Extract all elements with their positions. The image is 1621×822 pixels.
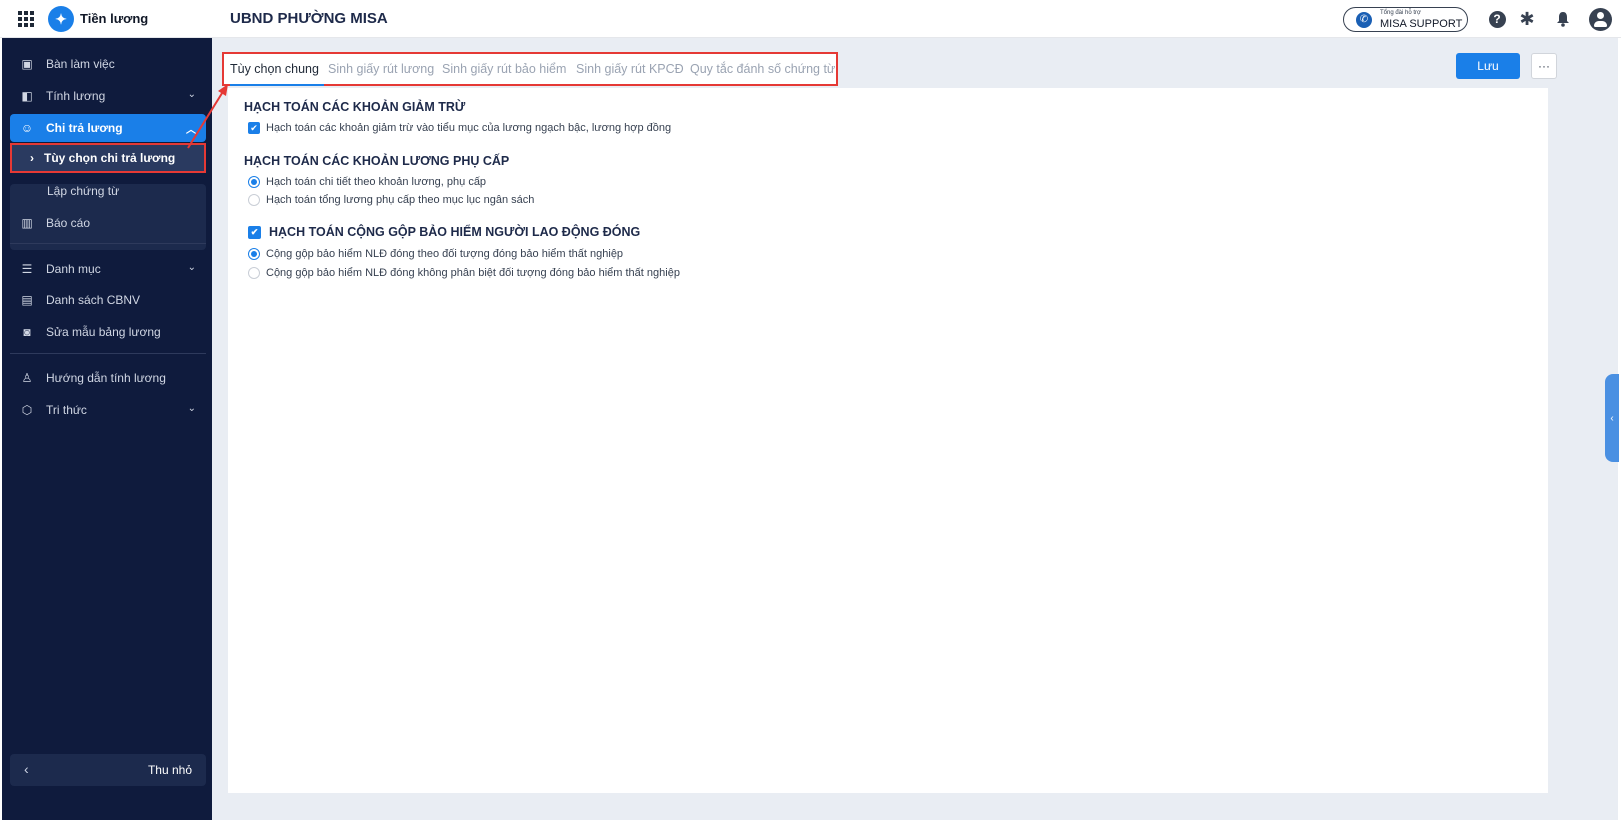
settings-panel: HẠCH TOÁN CÁC KHOẢN GIẢM TRỪ ✔ Hạch toán… bbox=[228, 88, 1548, 793]
sidebar-item-report[interactable]: ▥ Báo cáo bbox=[10, 209, 206, 237]
sidebar-item-staff[interactable]: ▤ Danh sách CBNV bbox=[10, 286, 206, 314]
collapse-sidebar-button[interactable]: ‹ Thu nhỏ bbox=[10, 754, 206, 786]
template-icon: ◙ bbox=[23, 325, 31, 339]
option-label: Cộng gộp bảo hiểm NLĐ đóng theo đối tượn… bbox=[266, 248, 624, 260]
tab-salary-withdrawal[interactable]: Sinh giấy rút lương bbox=[328, 62, 434, 76]
option-insurance-by-unemployment[interactable]: Cộng gộp bảo hiểm NLĐ đóng theo đối tượn… bbox=[248, 248, 623, 260]
save-button[interactable]: Lưu bbox=[1456, 53, 1520, 79]
gear-icon[interactable]: ✱ bbox=[1517, 9, 1537, 29]
knowledge-icon: ⬡ bbox=[21, 403, 33, 417]
tab-insurance-withdrawal[interactable]: Sinh giấy rút bảo hiểm bbox=[442, 62, 566, 76]
guide-icon: ♙ bbox=[21, 371, 33, 385]
sidebar-item-label: Tri thức bbox=[46, 403, 87, 417]
more-options-button[interactable]: ··· bbox=[1531, 53, 1557, 79]
chevron-down-icon: ⌄ bbox=[187, 403, 196, 414]
tab-voucher-numbering[interactable]: Quy tắc đánh số chứng từ bbox=[690, 62, 835, 76]
option-insurance-no-distinction[interactable]: Cộng gộp bảo hiểm NLĐ đóng không phân bi… bbox=[248, 267, 680, 279]
checkbox-checked-icon[interactable]: ✔ bbox=[248, 225, 261, 239]
sidebar-divider bbox=[10, 353, 206, 354]
option-allowance-total[interactable]: Hạch toán tổng lương phụ cấp theo mục lụ… bbox=[248, 194, 534, 206]
org-name: UBND PHƯỜNG MISA bbox=[230, 10, 388, 27]
section-title-insurance[interactable]: ✔ HẠCH TOÁN CỘNG GỘP BẢO HIỂM NGƯỜI LAO … bbox=[248, 225, 640, 239]
dashboard-icon: ▣ bbox=[21, 57, 33, 71]
checkbox-checked-icon[interactable]: ✔ bbox=[248, 122, 260, 134]
sidebar-item-label: Sửa mẫu bảng lương bbox=[46, 325, 161, 339]
sidebar-item-catalog[interactable]: ☰ Danh mục ⌄ bbox=[10, 255, 206, 283]
sidebar-item-dashboard[interactable]: ▣ Bàn làm việc bbox=[10, 50, 206, 78]
chevron-right-icon: › bbox=[30, 151, 34, 165]
sidebar-item-label: Báo cáo bbox=[46, 216, 91, 230]
sidebar-item-knowledge[interactable]: ⬡ Tri thức ⌄ bbox=[10, 396, 206, 424]
option-deductions-subitem[interactable]: ✔ Hạch toán các khoản giảm trừ vào tiểu … bbox=[248, 122, 671, 134]
staff-icon: ▤ bbox=[21, 293, 33, 307]
support-label: MISA SUPPORT bbox=[1380, 18, 1463, 30]
tab-bar: Tùy chọn chung Sinh giấy rút lương Sinh … bbox=[222, 52, 838, 86]
option-label: Cộng gộp bảo hiểm NLĐ đóng không phân bi… bbox=[266, 267, 680, 279]
payroll-icon: ◧ bbox=[21, 89, 33, 103]
sidebar-item-label: Hướng dẫn tính lương bbox=[46, 371, 166, 385]
sidebar-item-label: Chi trả lương bbox=[46, 121, 123, 135]
side-panel-toggle[interactable]: ‹ bbox=[1605, 374, 1619, 462]
radio-unselected-icon[interactable] bbox=[248, 194, 260, 206]
phone-icon: ✆ bbox=[1356, 12, 1372, 28]
sidebar-item-template[interactable]: ◙ Sửa mẫu bảng lương bbox=[10, 318, 206, 346]
user-avatar-icon[interactable] bbox=[1588, 7, 1612, 31]
top-bar: ✦ Tiền lương UBND PHƯỜNG MISA ✆ Tổng đài… bbox=[0, 0, 1621, 38]
sidebar-item-label: Bàn làm việc bbox=[46, 57, 115, 71]
payment-icon: ☺ bbox=[20, 121, 34, 135]
collapse-label: Thu nhỏ bbox=[147, 763, 192, 777]
help-icon[interactable]: ? bbox=[1487, 9, 1507, 29]
sidebar-item-label: Tính lương bbox=[46, 89, 106, 103]
tab-general-options[interactable]: Tùy chọn chung bbox=[230, 62, 319, 76]
list-icon: ☰ bbox=[21, 262, 33, 276]
support-button[interactable]: ✆ Tổng đài hỗ trợ MISA SUPPORT bbox=[1343, 7, 1468, 32]
bell-icon[interactable] bbox=[1553, 9, 1573, 29]
tab-union-fee-withdrawal[interactable]: Sinh giấy rút KPCĐ bbox=[576, 62, 684, 76]
sidebar-subitem-label: Lập chứng từ bbox=[47, 184, 120, 198]
sidebar-subitem-payment-options[interactable]: › Tùy chọn chi trả lương bbox=[10, 143, 206, 173]
sidebar-item-payment[interactable]: ☺ Chi trả lương ︿ bbox=[10, 114, 206, 142]
option-label: Hạch toán các khoản giảm trừ vào tiểu mụ… bbox=[266, 122, 672, 134]
sidebar-item-label: Danh sách CBNV bbox=[46, 293, 141, 307]
chevron-left-icon: ‹ bbox=[24, 761, 29, 777]
section-title-deductions: HẠCH TOÁN CÁC KHOẢN GIẢM TRỪ bbox=[244, 100, 466, 114]
section-title-allowances: HẠCH TOÁN CÁC KHOẢN LƯƠNG PHỤ CẤP bbox=[244, 154, 510, 168]
sidebar-divider bbox=[10, 243, 206, 244]
option-allowance-detailed[interactable]: Hạch toán chi tiết theo khoản lương, phụ… bbox=[248, 176, 486, 188]
sidebar-subitem-create-voucher[interactable]: Lập chứng từ bbox=[10, 176, 206, 206]
active-tab-indicator bbox=[230, 84, 324, 86]
app-logo-icon: ✦ bbox=[48, 6, 74, 32]
sidebar-item-guide[interactable]: ♙ Hướng dẫn tính lương bbox=[10, 364, 206, 392]
radio-unselected-icon[interactable] bbox=[248, 267, 260, 279]
radio-selected-icon[interactable] bbox=[248, 176, 260, 188]
app-name: Tiền lương bbox=[80, 11, 149, 26]
sidebar: ▣ Bàn làm việc ◧ Tính lương ⌄ ☺ Chi trả … bbox=[2, 38, 212, 820]
sidebar-item-payroll[interactable]: ◧ Tính lương ⌄ bbox=[10, 82, 206, 110]
chevron-down-icon: ⌄ bbox=[187, 262, 196, 273]
option-label: Hạch toán tổng lương phụ cấp theo mục lụ… bbox=[266, 194, 535, 206]
radio-selected-icon[interactable] bbox=[248, 248, 260, 260]
option-label: Hạch toán chi tiết theo khoản lương, phụ… bbox=[266, 176, 487, 188]
sidebar-item-label: Danh mục bbox=[46, 262, 101, 276]
report-icon: ▥ bbox=[21, 216, 33, 230]
chevron-up-icon: ︿ bbox=[186, 125, 196, 136]
app-grid-icon[interactable] bbox=[18, 11, 34, 27]
section-title-label: HẠCH TOÁN CỘNG GỘP BẢO HIỂM NGƯỜI LAO ĐỘ… bbox=[269, 225, 641, 239]
support-caption: Tổng đài hỗ trợ bbox=[1380, 10, 1421, 16]
chevron-down-icon: ⌄ bbox=[187, 89, 196, 100]
sidebar-subitem-label: Tùy chọn chi trả lương bbox=[44, 151, 176, 165]
